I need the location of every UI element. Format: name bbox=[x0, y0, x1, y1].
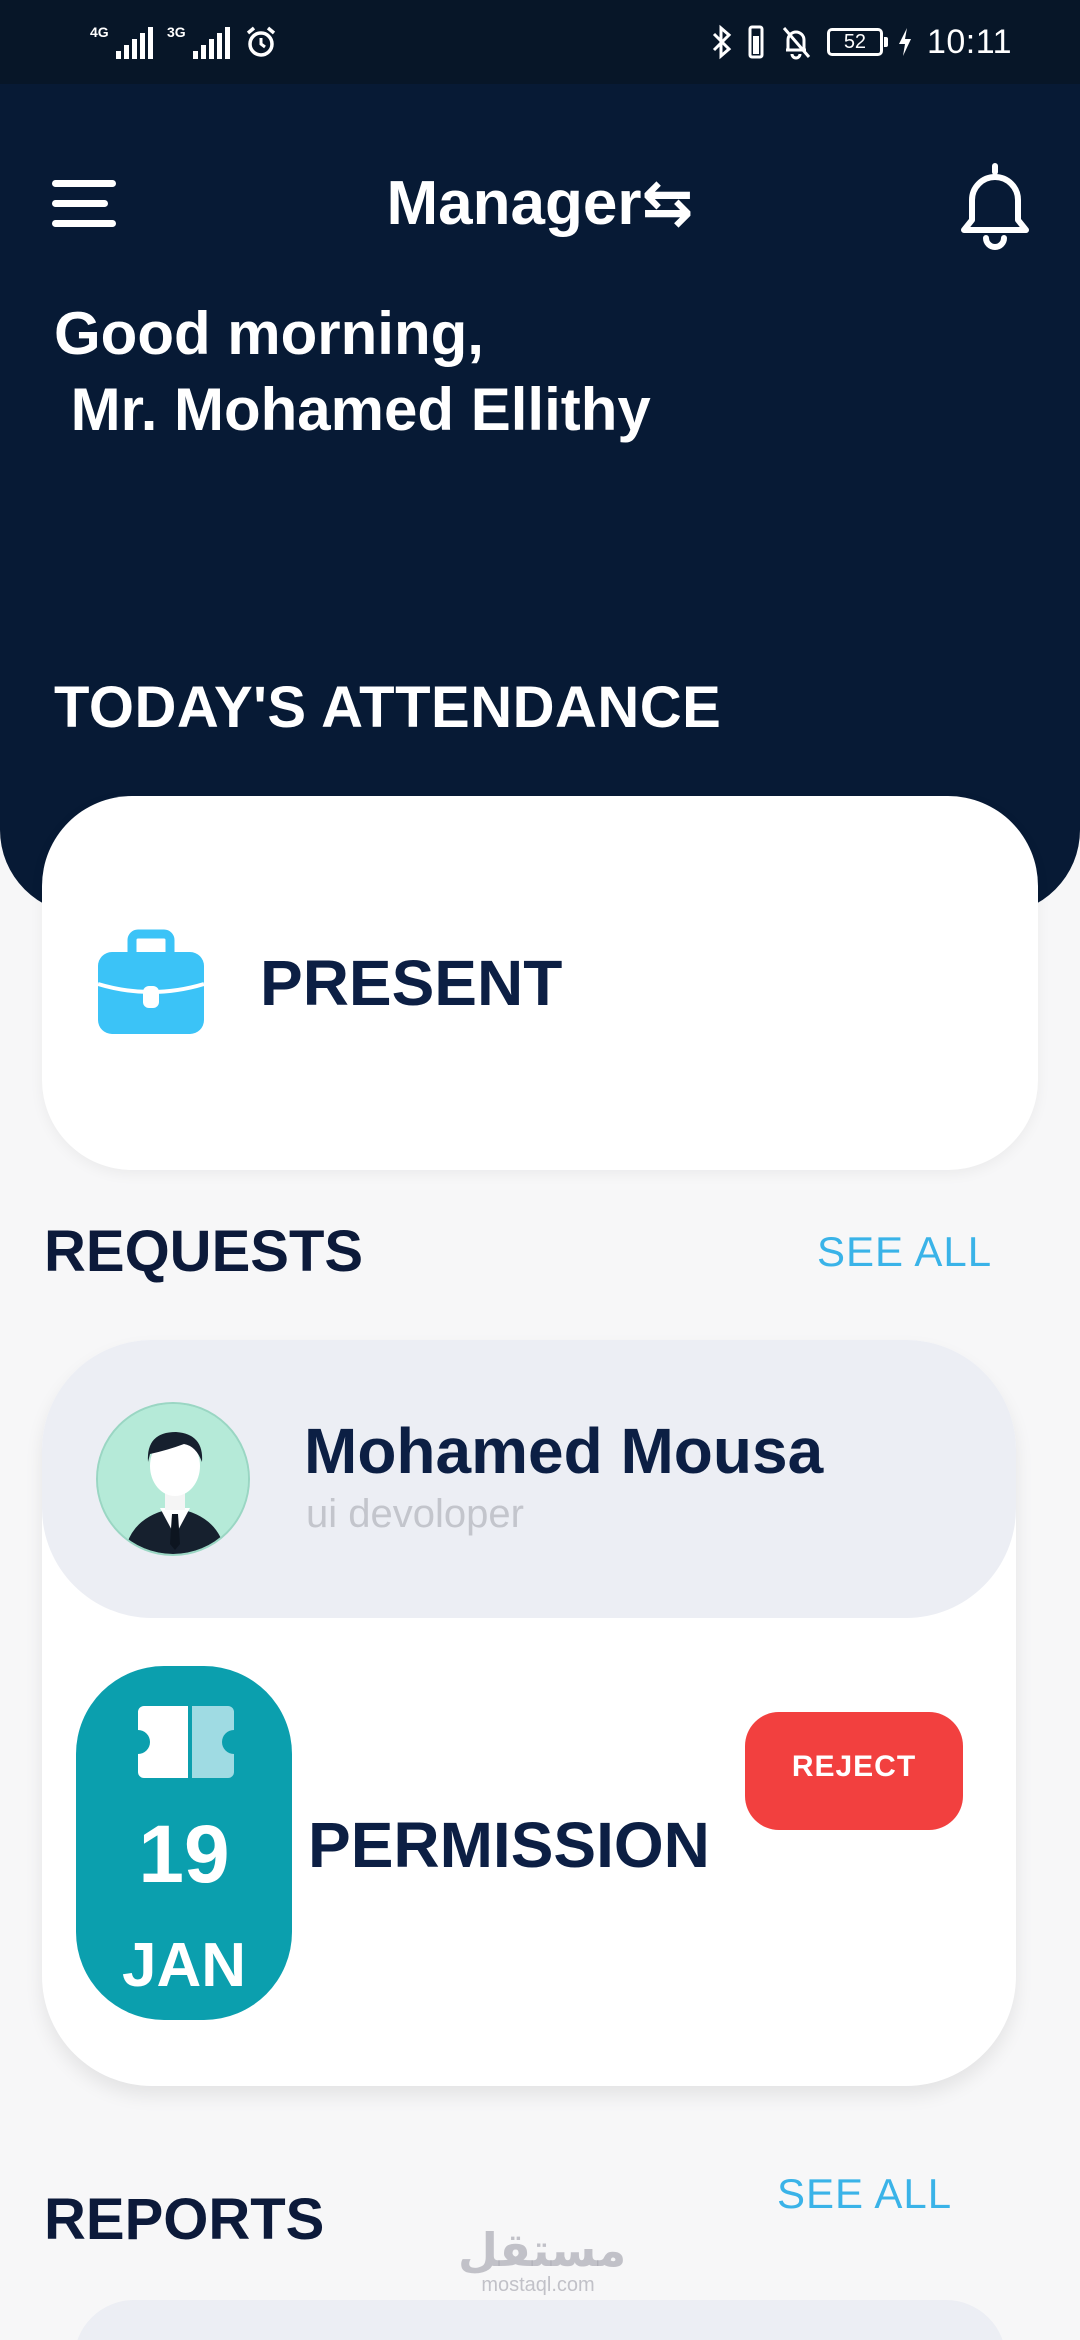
requests-see-all-link[interactable]: SEE ALL bbox=[817, 1228, 992, 1276]
calendar-icon bbox=[138, 1706, 234, 1778]
network-type-label: 4G bbox=[90, 24, 109, 40]
section-title-reports: REPORTS bbox=[44, 2187, 325, 2252]
requester-role: ui devoloper bbox=[306, 1492, 524, 1536]
bell-icon[interactable] bbox=[958, 160, 1032, 250]
status-bar: 4G 3G 52 10:11 bbox=[0, 0, 1080, 84]
request-type: PERMISSION bbox=[308, 1809, 710, 1881]
date-day: 19 bbox=[138, 1809, 230, 1900]
signal-icon: 3G bbox=[167, 25, 230, 59]
watermark-logo: مستقل mostaql.com bbox=[458, 2224, 627, 2296]
person-avatar-icon bbox=[98, 1404, 248, 1554]
status-bar-right: 52 10:11 bbox=[711, 18, 1012, 66]
mute-icon bbox=[782, 27, 811, 60]
watermark-latin: mostaql.com bbox=[481, 2274, 595, 2296]
reject-button[interactable]: REJECT bbox=[745, 1712, 963, 1830]
date-badge: 19 JAN bbox=[76, 1666, 292, 2020]
reports-see-all-link[interactable]: SEE ALL bbox=[777, 2170, 952, 2218]
app-title-text: Manager bbox=[386, 169, 642, 238]
battery-level: 52 bbox=[843, 31, 867, 53]
attendance-status: PRESENT bbox=[260, 947, 563, 1019]
switch-arrows-icon[interactable]: ⇆ bbox=[642, 169, 694, 238]
bluetooth-icon bbox=[712, 24, 732, 60]
signal-icon: 4G bbox=[90, 25, 153, 59]
menu-icon[interactable] bbox=[52, 180, 116, 230]
charging-icon bbox=[898, 28, 911, 56]
vibrate-icon bbox=[748, 25, 764, 59]
watermark-arabic: مستقل bbox=[458, 2224, 627, 2276]
app-title[interactable]: Manager⇆ bbox=[360, 166, 720, 239]
alarm-icon bbox=[246, 26, 276, 57]
briefcase-icon bbox=[97, 929, 205, 1034]
requester-header[interactable]: Mohamed Mousa ui devoloper bbox=[42, 1340, 1016, 1618]
header: Manager⇆ Good morning, Mr. Mohamed Ellit… bbox=[0, 84, 1080, 914]
battery-icon: 52 bbox=[826, 28, 888, 56]
report-card[interactable] bbox=[74, 2300, 1006, 2340]
date-month: JAN bbox=[121, 1931, 247, 2000]
avatar bbox=[96, 1402, 250, 1556]
status-bar-left: 4G 3G bbox=[90, 20, 278, 64]
section-title-requests: REQUESTS bbox=[44, 1219, 364, 1284]
network-type-label: 3G bbox=[167, 24, 186, 40]
requester-name: Mohamed Mousa bbox=[304, 1415, 824, 1487]
attendance-card[interactable]: PRESENT bbox=[42, 796, 1038, 1170]
section-title-attendance: TODAY'S ATTENDANCE bbox=[54, 675, 722, 740]
clock: 10:11 bbox=[926, 22, 1012, 61]
greeting: Good morning, Mr. Mohamed Ellithy bbox=[54, 300, 651, 443]
request-card[interactable]: Mohamed Mousa ui devoloper 19 JAN PERMIS… bbox=[42, 1340, 1016, 2086]
